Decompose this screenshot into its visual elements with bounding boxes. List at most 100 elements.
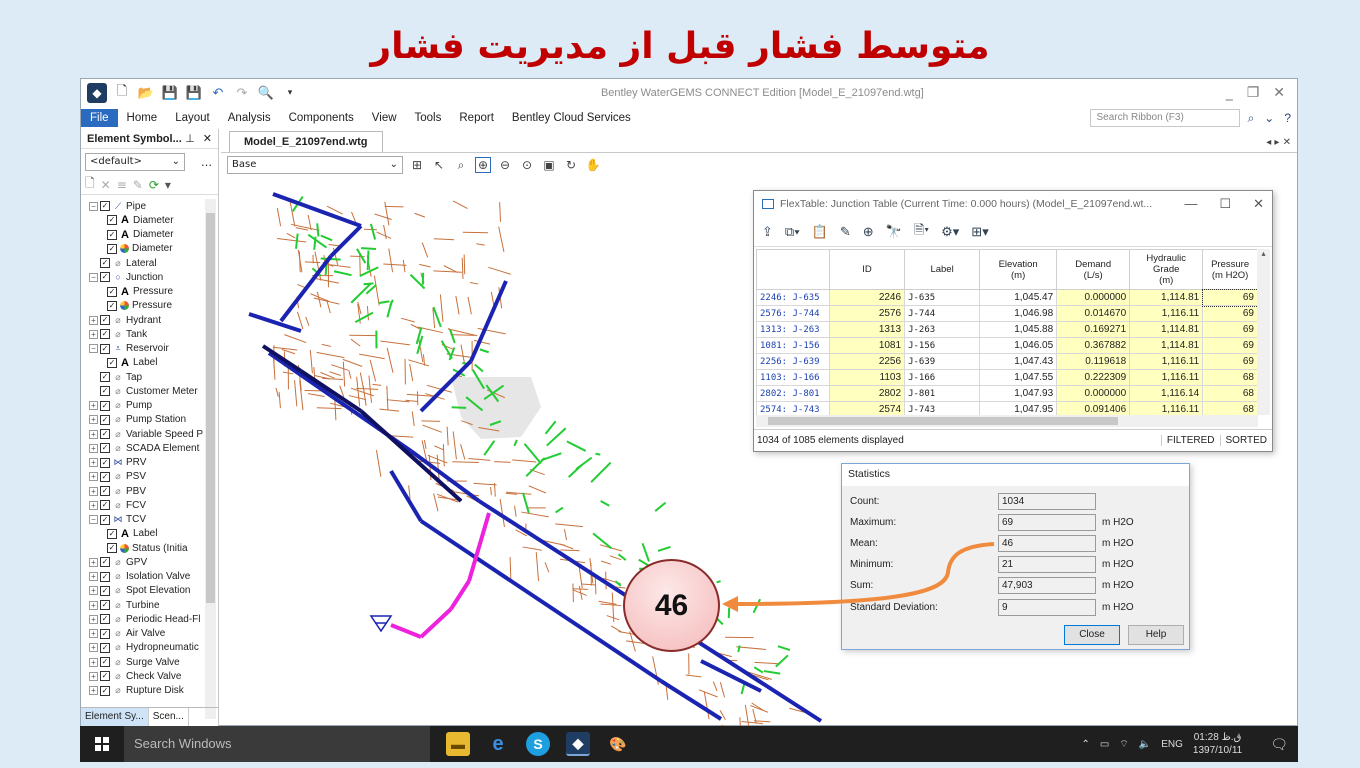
options-icon[interactable]: ⚙▾	[941, 224, 959, 240]
language-indicator[interactable]: ENG	[1161, 739, 1183, 750]
expand-icon[interactable]: +	[89, 415, 98, 425]
expand-icon[interactable]: +	[89, 329, 98, 339]
expand-icon[interactable]: +	[89, 443, 98, 453]
tree-item[interactable]: + ✓ ⌀ Rupture Disk	[81, 684, 205, 698]
zoom-out-icon[interactable]: ⊖	[497, 157, 513, 173]
table-cell[interactable]: 68	[1202, 385, 1258, 402]
table-cell[interactable]: 1,045.88	[979, 321, 1058, 338]
taskbar-search[interactable]: Search Windows	[124, 726, 430, 762]
qat-dropdown-icon[interactable]: ▾	[281, 84, 299, 102]
query-icon[interactable]: ⊞▾	[971, 224, 988, 240]
expand-icon[interactable]: +	[89, 643, 98, 653]
menu-home[interactable]: Home	[118, 109, 167, 127]
column-header[interactable]: ID	[829, 249, 906, 290]
table-cell[interactable]: 1,114.81	[1129, 289, 1204, 306]
help-icon[interactable]: ?	[1284, 111, 1291, 125]
panel-close-icon[interactable]: ✕	[203, 132, 212, 145]
expand-icon[interactable]: +	[89, 629, 98, 639]
minimize-icon[interactable]: _	[1226, 85, 1233, 101]
save-icon[interactable]: 💾	[161, 84, 179, 102]
menu-analysis[interactable]: Analysis	[219, 109, 280, 127]
menu-tools[interactable]: Tools	[406, 109, 451, 127]
table-cell[interactable]: 0.367882	[1056, 337, 1131, 354]
maximize-icon[interactable]: ☐	[1219, 196, 1231, 212]
tree-item[interactable]: + ✓ ⌀ SCADA Element	[81, 441, 205, 455]
rename-icon[interactable]: ≡	[117, 178, 127, 192]
search-icon[interactable]: ⌕	[1248, 111, 1255, 126]
table-cell[interactable]: 0.119618	[1056, 353, 1131, 370]
column-header[interactable]: Hydraulic Grade (m)	[1129, 249, 1204, 290]
expand-icon[interactable]: +	[89, 614, 98, 624]
table-cell[interactable]: 0.014670	[1056, 305, 1131, 322]
tree-item[interactable]: + ✓ ⌀ Spot Elevation	[81, 584, 205, 598]
find-icon[interactable]: 🔭	[886, 224, 902, 240]
wifi-icon[interactable]: ⌔	[1119, 738, 1128, 751]
app-logo-icon[interactable]: ◆	[87, 83, 107, 103]
zoom-to-icon[interactable]: ⊕	[863, 224, 874, 240]
table-cell[interactable]: 68	[1202, 369, 1258, 386]
checkbox[interactable]: ✓	[100, 500, 110, 511]
tree-item[interactable]: − ✓ ○ Junction	[81, 270, 205, 284]
close-icon[interactable]: ✕	[1273, 85, 1285, 101]
edge-icon[interactable]: e	[486, 732, 510, 756]
watergems-icon[interactable]: ◆	[566, 732, 590, 756]
table-row[interactable]: 2256: J-639 2256 J-639 1,047.43 0.119618 1,11…	[756, 353, 1258, 370]
table-cell[interactable]: 0.169271	[1056, 321, 1131, 338]
table-cell[interactable]: 0.000000	[1056, 385, 1131, 402]
start-button[interactable]	[80, 737, 124, 751]
checkbox[interactable]: ✓	[107, 300, 117, 311]
checkbox[interactable]: ✓	[100, 329, 110, 340]
menu-file[interactable]: File	[81, 109, 118, 127]
zoom-in-icon[interactable]: ⊕	[475, 157, 491, 173]
pin-icon[interactable]: ⊥	[185, 132, 195, 145]
column-header[interactable]: Pressure (m H2O)	[1202, 249, 1258, 290]
table-row[interactable]: 2574: J-743 2574 J-743 1,047.95 0.091406 1,11…	[756, 401, 1258, 415]
table-row[interactable]: 2802: J-801 2802 J-801 1,047.93 0.000000 1,11…	[756, 385, 1258, 402]
table-cell[interactable]: 1,114.81	[1129, 337, 1204, 354]
expand-icon[interactable]: +	[89, 586, 98, 596]
tree-item[interactable]: + ✓ ⌀ Variable Speed P	[81, 427, 205, 441]
column-header[interactable]: Label	[904, 249, 981, 290]
checkbox[interactable]: ✓	[107, 357, 117, 368]
checkbox[interactable]: ✓	[100, 386, 110, 397]
tab-scenarios[interactable]: Scen...	[149, 708, 189, 727]
menu-view[interactable]: View	[363, 109, 406, 127]
paint-icon[interactable]: 🎨	[606, 732, 630, 756]
table-cell[interactable]: 1,047.55	[979, 369, 1058, 386]
checkbox[interactable]: ✓	[100, 429, 110, 440]
tree-item[interactable]: ✓ Pressure	[81, 299, 205, 313]
checkbox[interactable]: ✓	[100, 471, 110, 482]
notifications-icon[interactable]: 🗨	[1270, 736, 1288, 753]
column-header[interactable]: Demand (L/s)	[1056, 249, 1131, 290]
checkbox[interactable]: ✓	[100, 457, 110, 468]
checkbox[interactable]: ✓	[100, 600, 110, 611]
restore-icon[interactable]: ❐	[1247, 85, 1260, 101]
table-cell[interactable]: 0.000000	[1056, 289, 1131, 306]
checkbox[interactable]: ✓	[100, 642, 110, 653]
stat-value[interactable]: 1034	[998, 492, 1096, 510]
paste-icon[interactable]: 📋	[812, 224, 828, 240]
close-icon[interactable]: ✕	[1253, 196, 1264, 212]
tree-item[interactable]: − ✓ ⋈ TCV	[81, 513, 205, 527]
stat-value[interactable]: 9	[998, 598, 1096, 616]
table-cell[interactable]: 69	[1202, 305, 1258, 322]
close-button[interactable]: Close	[1064, 625, 1120, 645]
tree-item[interactable]: + ✓ ⌀ FCV	[81, 498, 205, 512]
checkbox[interactable]: ✓	[100, 372, 110, 383]
tree-item[interactable]: ✓ ⌀ Tap	[81, 370, 205, 384]
tree-item[interactable]: ✓ Diameter	[81, 242, 205, 256]
checkbox[interactable]: ✓	[100, 628, 110, 639]
expand-icon[interactable]: +	[89, 429, 98, 439]
tree-item[interactable]: ✓ A Label	[81, 356, 205, 370]
column-header[interactable]: Elevation (m)	[979, 249, 1058, 290]
checkbox[interactable]: ✓	[107, 528, 117, 539]
expand-icon[interactable]: +	[89, 500, 98, 510]
checkbox[interactable]: ✓	[100, 201, 110, 212]
scenario-select[interactable]: Base ⌄	[227, 156, 403, 174]
pan-hand-icon[interactable]: ✋	[585, 157, 601, 173]
tree-scrollbar[interactable]	[205, 199, 216, 719]
skype-icon[interactable]: S	[526, 732, 550, 756]
expand-icon[interactable]: +	[89, 472, 98, 482]
checkbox[interactable]: ✓	[100, 557, 110, 568]
tree-item[interactable]: + ✓ ⌀ Check Valve	[81, 669, 205, 683]
